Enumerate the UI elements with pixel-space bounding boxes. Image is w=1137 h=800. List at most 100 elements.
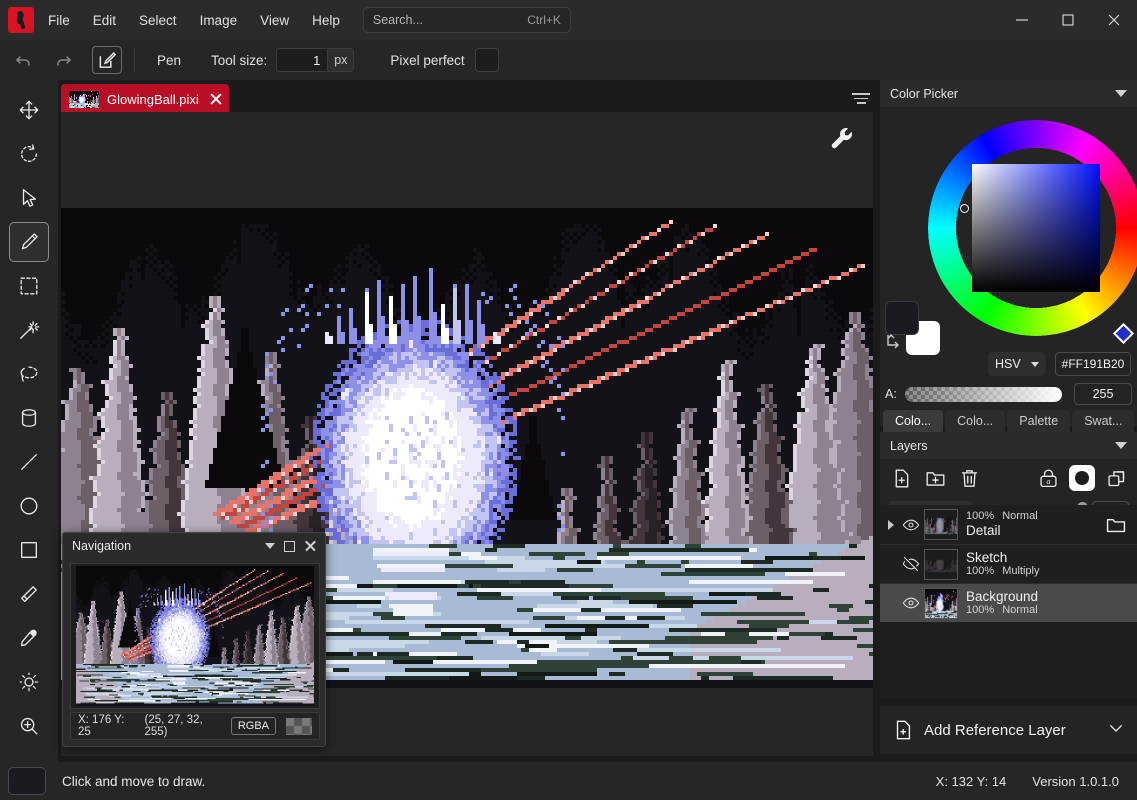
file-plus-icon[interactable] (888, 465, 914, 491)
navigation-color-mode[interactable]: RGBA (231, 717, 276, 735)
table-row[interactable]: Sketch 100% Multiply (880, 544, 1137, 583)
add-reference-layer-label: Add Reference Layer (924, 722, 1066, 739)
menu-select[interactable]: Select (130, 8, 186, 33)
color-mode-select[interactable]: HSV (988, 352, 1046, 376)
folder-plus-icon[interactable] (922, 465, 948, 491)
eraser-icon[interactable] (9, 574, 49, 614)
close-icon[interactable] (209, 92, 223, 106)
toolbar-divider (134, 48, 135, 72)
navigation-header[interactable]: Navigation (63, 533, 325, 559)
maximize-icon[interactable] (284, 541, 295, 552)
eyedropper-icon[interactable] (9, 618, 49, 658)
hex-color-input[interactable]: #FF191B20 (1055, 352, 1131, 376)
color-picker-header[interactable]: Color Picker (880, 80, 1137, 107)
folder-icon (1105, 514, 1129, 536)
tab-palette[interactable]: Palette (1007, 410, 1070, 432)
canvas-area: GlowingBall.pixi Navigation X: 176 Y: 25… (58, 80, 880, 762)
layer-visibility-toggle[interactable] (898, 516, 924, 534)
navigation-rgba-values: (25, 27, 32, 255) (144, 714, 220, 738)
status-color-swatch[interactable] (8, 767, 46, 795)
close-icon[interactable] (304, 540, 317, 553)
alpha-lock-icon[interactable]: a (1035, 465, 1061, 491)
layer-visibility-toggle[interactable] (898, 555, 924, 573)
chevron-down-icon[interactable] (265, 543, 275, 549)
status-version: Version 1.0.1.0 (1032, 774, 1119, 789)
rectangle-icon[interactable] (9, 530, 49, 570)
minimize-button[interactable] (999, 0, 1045, 40)
saturation-value-box[interactable] (972, 164, 1100, 292)
undo-button[interactable] (9, 46, 39, 74)
pencil-icon[interactable] (9, 222, 49, 262)
pixel-perfect-checkbox[interactable] (475, 48, 499, 72)
tab-thumbnail (69, 91, 99, 108)
tab-colors[interactable]: Colo... (883, 410, 943, 432)
menu-image[interactable]: Image (191, 8, 247, 33)
alpha-value-input[interactable]: 255 (1074, 383, 1132, 405)
chevron-down-icon[interactable] (1107, 719, 1125, 742)
brightness-icon[interactable] (9, 662, 49, 702)
search-placeholder: Search... (373, 13, 423, 27)
alpha-slider[interactable] (905, 387, 1062, 402)
sv-cursor[interactable] (960, 204, 969, 213)
window-controls (999, 0, 1137, 40)
document-tab-bar: GlowingBall.pixi (58, 84, 880, 114)
menu-view[interactable]: View (251, 8, 298, 33)
chevron-down-icon[interactable] (1115, 90, 1127, 97)
layer-name: Detail (966, 523, 1105, 539)
menu-edit[interactable]: Edit (84, 8, 125, 33)
layers-title: Layers (890, 439, 928, 453)
marquee-icon[interactable] (9, 266, 49, 306)
menu-help[interactable]: Help (303, 8, 349, 33)
layer-thumbnail (924, 509, 958, 540)
status-coordinates: X: 132 Y: 14 (936, 774, 1007, 789)
redo-button[interactable] (48, 46, 78, 74)
tool-size-input[interactable]: 1 (276, 48, 328, 72)
svg-text:a: a (1046, 477, 1050, 486)
cursor-icon[interactable] (9, 178, 49, 218)
tab-color-2[interactable]: Colo... (945, 410, 1005, 432)
trash-icon[interactable] (956, 465, 982, 491)
tab-list-icon[interactable] (852, 93, 870, 105)
color-wheel[interactable] (928, 120, 1137, 336)
document-tab[interactable]: GlowingBall.pixi (61, 84, 229, 114)
pen-edit-icon[interactable] (92, 46, 122, 74)
layer-name: Background (966, 589, 1137, 605)
menu-bar: File Edit Select Image View Help Search.… (0, 0, 1137, 40)
wrench-icon[interactable] (828, 125, 856, 153)
rotate-icon[interactable] (9, 134, 49, 174)
menu-file[interactable]: File (39, 8, 79, 33)
close-button[interactable] (1091, 0, 1137, 40)
zoom-in-icon[interactable] (9, 706, 49, 746)
table-row[interactable]: 100% Normal Detail (880, 505, 1137, 544)
clipping-mask-icon[interactable] (1103, 465, 1129, 491)
add-reference-layer-button[interactable]: Add Reference Layer (892, 719, 1066, 741)
paint-bucket-icon[interactable] (9, 398, 49, 438)
lasso-icon[interactable] (9, 354, 49, 394)
pixelorama-logo-icon (8, 7, 34, 33)
navigation-thumbnail-area[interactable] (70, 563, 320, 709)
swap-colors-icon[interactable] (885, 332, 905, 352)
mask-circle-icon[interactable] (1069, 465, 1095, 491)
layer-meta: 100% Normal (966, 604, 1137, 617)
tab-swatches[interactable]: Swat... (1072, 410, 1134, 432)
chevron-down-icon[interactable] (1115, 442, 1127, 449)
move-icon[interactable] (9, 90, 49, 130)
maximize-button[interactable] (1045, 0, 1091, 40)
expand-group-icon[interactable] (884, 519, 898, 531)
table-row[interactable]: Background 100% Normal (880, 583, 1137, 622)
line-icon[interactable] (9, 442, 49, 482)
chevron-down-icon (1031, 362, 1039, 367)
search-input[interactable]: Search... Ctrl+K (363, 7, 571, 33)
layer-thumbnail (924, 588, 958, 619)
ellipse-icon[interactable] (9, 486, 49, 526)
navigation-status-bar: X: 176 Y: 25 (25, 27, 32, 255) RGBA (70, 712, 320, 740)
navigation-panel: Navigation X: 176 Y: 25 (25, 27, 32, 255… (62, 532, 326, 747)
tool-size-unit: px (328, 48, 354, 72)
tool-options-bar: Pen Tool size: 1 px Pixel perfect (0, 40, 1137, 80)
layer-visibility-toggle[interactable] (898, 594, 924, 612)
magic-wand-icon[interactable] (9, 310, 49, 350)
pixel-perfect-label: Pixel perfect (390, 53, 464, 68)
hue-cursor[interactable] (1113, 323, 1134, 344)
primary-color-swatch[interactable] (885, 301, 919, 335)
layers-header[interactable]: Layers (880, 432, 1137, 459)
